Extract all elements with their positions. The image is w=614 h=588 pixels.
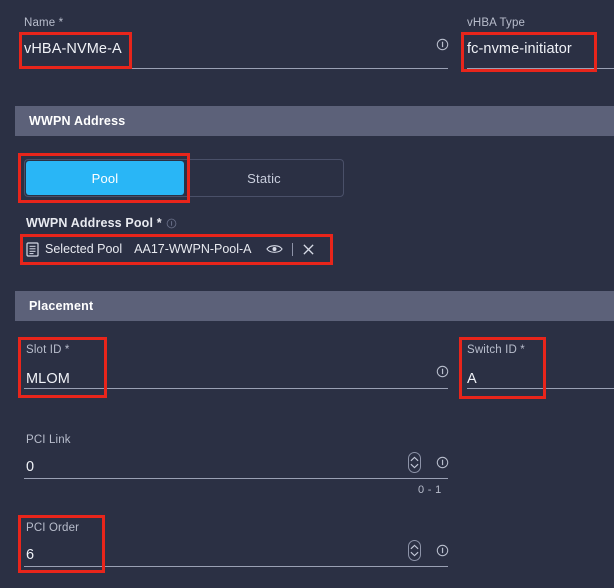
vhba-type-field-group: vHBA Type fc-nvme-initiator — [467, 16, 607, 59]
chip-divider — [291, 242, 293, 256]
wwpn-address-pool-info-icon[interactable] — [166, 218, 177, 229]
selected-pool-chip: Selected Pool AA17-WWPN-Pool-A — [26, 237, 315, 261]
slot-id-input[interactable]: MLOM — [26, 369, 426, 389]
pci-order-stepper-icon[interactable] — [408, 540, 421, 561]
section-title-wwpn-address: WWPN Address — [29, 114, 126, 128]
name-input[interactable]: vHBA-NVMe-A — [24, 39, 444, 59]
switch-id-label: Switch ID * — [467, 344, 525, 356]
name-field-group: Name * vHBA-NVMe-A — [24, 16, 444, 59]
pci-order-input[interactable]: 6 — [26, 545, 406, 565]
name-info-icon[interactable] — [436, 38, 449, 51]
slot-id-field-group: Slot ID * MLOM — [26, 343, 426, 389]
switch-id-field-group: Switch ID * A — [467, 343, 607, 389]
vhba-type-input-underline — [467, 68, 614, 69]
section-header-wwpn-address: WWPN Address — [15, 106, 614, 136]
switch-id-input[interactable]: A — [467, 369, 607, 389]
pci-link-input[interactable]: 0 — [26, 457, 406, 477]
vhba-type-label: vHBA Type — [467, 17, 526, 29]
toggle-option-static[interactable]: Static — [185, 160, 343, 196]
pci-order-label: PCI Order — [26, 522, 80, 534]
pci-order-field-group: PCI Order 6 — [26, 521, 406, 565]
document-icon — [26, 241, 39, 257]
close-icon[interactable] — [302, 243, 315, 256]
slot-id-input-underline — [24, 388, 448, 389]
toggle-option-pool[interactable]: Pool — [26, 161, 184, 195]
pci-order-input-underline — [24, 566, 448, 567]
pci-link-field-group: PCI Link 0 — [26, 433, 406, 477]
vhba-policy-form: Name * vHBA-NVMe-A vHBA Type fc-nvme-ini… — [0, 0, 614, 588]
slot-id-info-icon[interactable] — [436, 365, 449, 378]
section-header-placement: Placement — [15, 291, 614, 321]
eye-icon[interactable] — [265, 243, 283, 255]
pci-link-range-hint: 0 - 1 — [418, 484, 442, 496]
vhba-type-input[interactable]: fc-nvme-initiator — [467, 39, 607, 59]
pci-link-input-underline — [24, 478, 448, 479]
section-title-placement: Placement — [29, 299, 94, 313]
switch-id-input-underline — [467, 388, 614, 389]
selected-pool-label: Selected Pool — [45, 242, 123, 256]
pci-link-info-icon[interactable] — [436, 456, 449, 469]
pci-link-label: PCI Link — [26, 434, 71, 446]
selected-pool-value: AA17-WWPN-Pool-A — [134, 242, 252, 256]
name-label: Name * — [24, 17, 64, 29]
pci-link-stepper-icon[interactable] — [408, 452, 421, 473]
slot-id-label: Slot ID * — [26, 344, 70, 356]
pci-order-info-icon[interactable] — [436, 544, 449, 557]
wwpn-address-pool-label: WWPN Address Pool * — [26, 216, 162, 230]
wwpn-source-toggle-group[interactable]: Pool Static — [24, 159, 344, 197]
name-input-underline — [24, 68, 448, 69]
